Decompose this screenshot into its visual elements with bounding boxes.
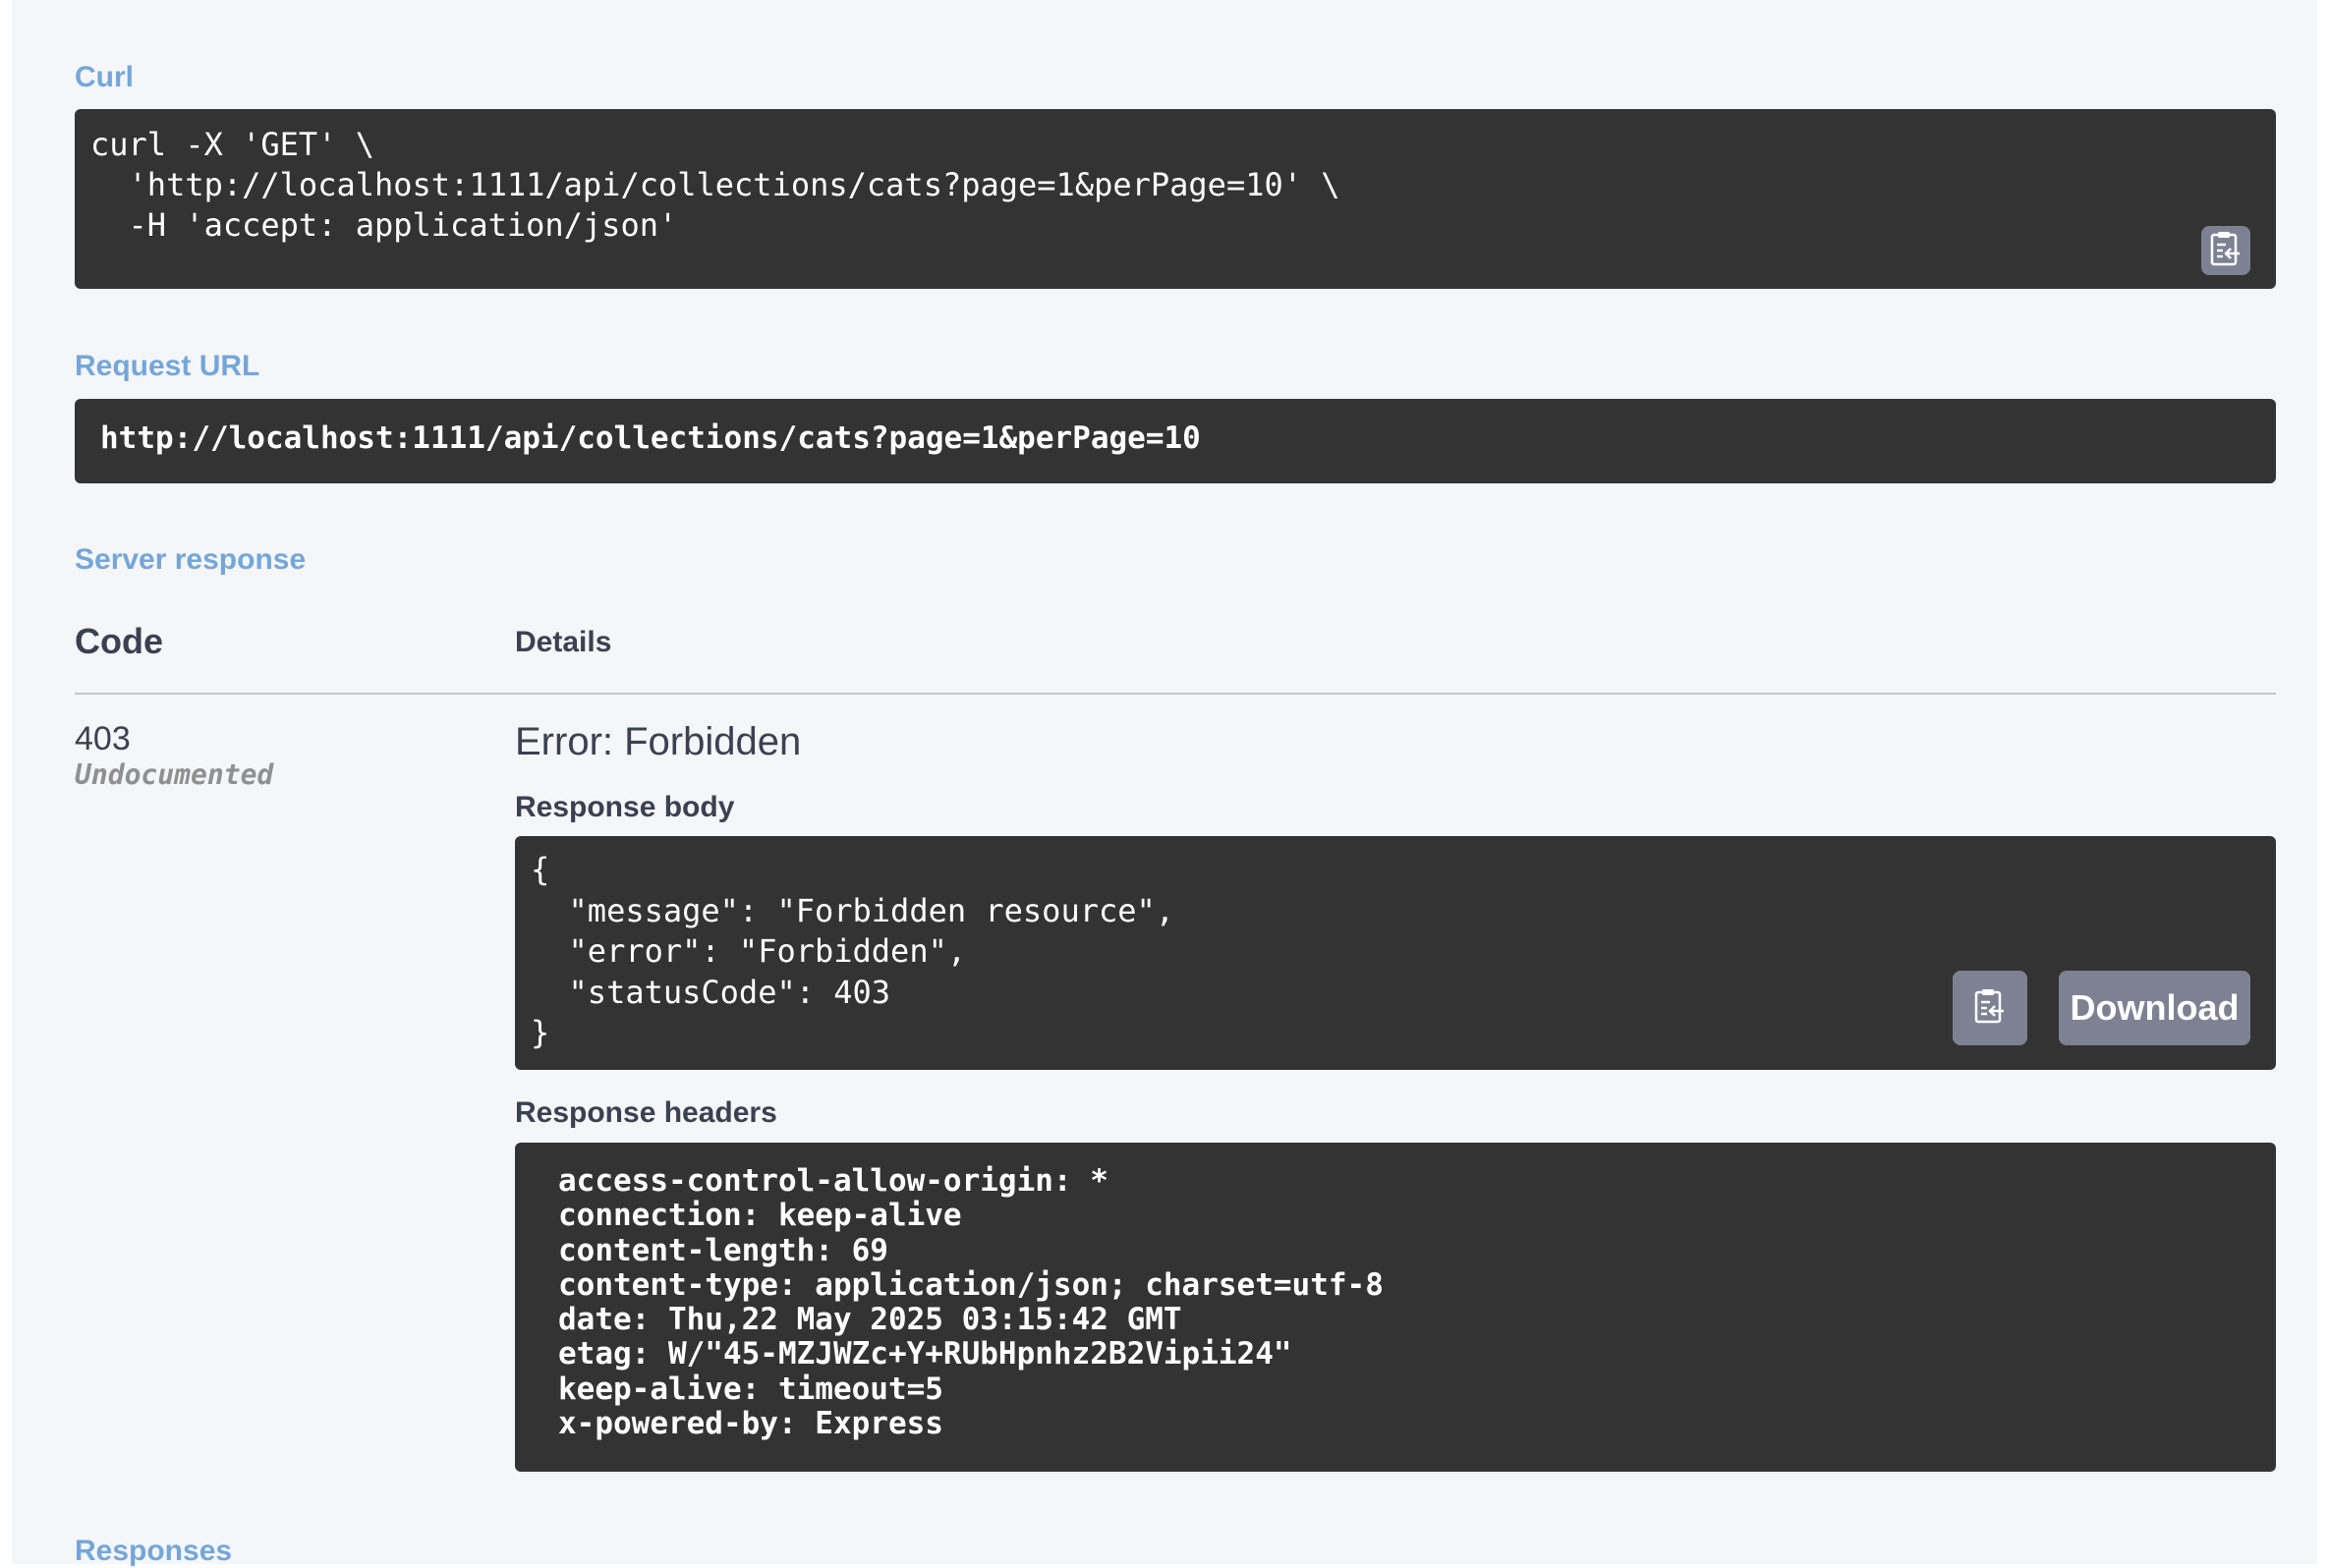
responses-label: Responses xyxy=(75,1535,233,1567)
curl-command-block[interactable]: curl -X 'GET' \ 'http://localhost:1111/a… xyxy=(75,109,2276,289)
request-url-block: http://localhost:1111/api/collections/ca… xyxy=(75,399,2276,483)
details-column-header: Details xyxy=(515,626,612,658)
code-column-header: Code xyxy=(75,621,163,661)
clipboard-copy-icon xyxy=(1973,987,2007,1030)
server-response-label: Server response xyxy=(75,543,307,576)
execution-panel: Curl curl -X 'GET' \ 'http://localhost:1… xyxy=(12,0,2317,1567)
response-status-note: Undocumented xyxy=(75,758,274,791)
response-status-code: 403 xyxy=(75,720,131,757)
copy-curl-button[interactable] xyxy=(2201,226,2250,275)
response-body-text[interactable]: { "message": "Forbidden resource", "erro… xyxy=(531,850,1174,1054)
clipboard-copy-icon xyxy=(2209,230,2243,272)
response-headers-block: access-control-allow-origin: * connectio… xyxy=(515,1143,2276,1472)
curl-command-text[interactable]: curl -X 'GET' \ 'http://localhost:1111/a… xyxy=(90,125,1340,246)
download-button[interactable]: Download xyxy=(2059,971,2250,1045)
error-title: Error: Forbidden xyxy=(515,720,802,763)
header-divider xyxy=(75,693,2276,695)
copy-response-body-button[interactable] xyxy=(1953,971,2027,1045)
response-headers-text[interactable]: access-control-allow-origin: * connectio… xyxy=(558,1163,1384,1441)
response-body-label: Response body xyxy=(515,791,735,823)
response-body-block[interactable]: { "message": "Forbidden resource", "erro… xyxy=(515,836,2276,1070)
request-url-label: Request URL xyxy=(75,350,260,382)
request-url-text[interactable]: http://localhost:1111/api/collections/ca… xyxy=(100,420,1201,456)
response-headers-label: Response headers xyxy=(515,1096,777,1129)
curl-label: Curl xyxy=(75,61,134,93)
